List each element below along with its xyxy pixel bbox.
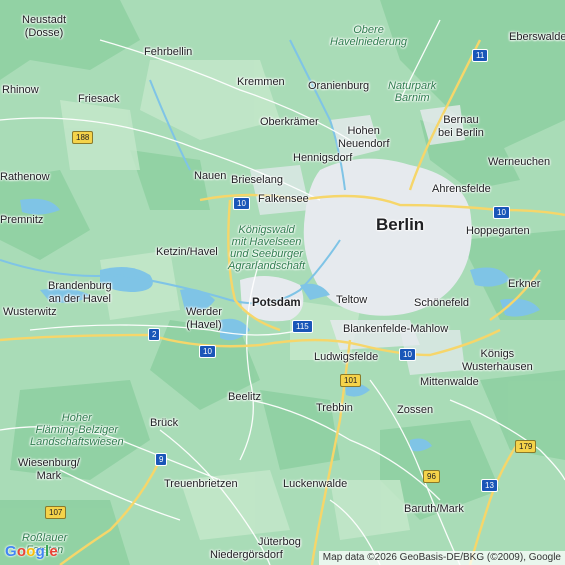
park-label-flaeming: Hoher Fläming-Belziger Landschaftswiesen <box>30 412 124 448</box>
road-shield-2: 2 <box>148 328 161 341</box>
city-label-rhinow[interactable]: Rhinow <box>2 84 39 97</box>
city-label-luckenwalde[interactable]: Luckenwalde <box>283 478 347 491</box>
road-shield-10-south: 10 <box>199 345 216 358</box>
road-shield-10-north: 10 <box>233 197 250 210</box>
city-label-trebbin[interactable]: Trebbin <box>316 402 353 415</box>
city-label-hohen-neuendorf[interactable]: Hohen Neuendorf <box>338 125 389 151</box>
city-label-ahrensfelde[interactable]: Ahrensfelde <box>432 183 491 196</box>
city-label-nauen[interactable]: Nauen <box>194 170 226 183</box>
city-label-treuenbrietzen[interactable]: Treuenbrietzen <box>164 478 238 491</box>
city-label-bernau[interactable]: Bernau bei Berlin <box>438 114 484 140</box>
city-label-teltow[interactable]: Teltow <box>336 294 367 307</box>
city-label-potsdam[interactable]: Potsdam <box>252 297 301 310</box>
google-logo[interactable]: Google <box>5 543 58 560</box>
map-view[interactable]: Obere Havelniederung Naturpark Barnim Köni… <box>0 0 565 565</box>
city-label-berlin[interactable]: Berlin <box>376 216 424 233</box>
city-label-blankenfelde[interactable]: Blankenfelde-Mahlow <box>343 323 448 336</box>
city-label-erkner[interactable]: Erkner <box>508 278 540 291</box>
road-shield-188: 188 <box>72 131 94 144</box>
city-label-falkensee[interactable]: Falkensee <box>258 193 309 206</box>
city-label-wiesenburg[interactable]: Wiesenburg/Mark <box>18 457 80 483</box>
city-label-hoppegarten[interactable]: Hoppegarten <box>466 225 530 238</box>
city-label-jueterbog[interactable]: Jüterbog <box>258 536 301 549</box>
city-label-wusterwitz[interactable]: Wusterwitz <box>3 306 57 319</box>
city-label-neustadt[interactable]: Neustadt (Dosse) <box>22 14 66 40</box>
city-label-hennigsdorf[interactable]: Hennigsdorf <box>293 152 352 165</box>
park-label-obere-havel: Obere Havelniederung <box>330 24 408 48</box>
city-label-friesack[interactable]: Friesack <box>78 93 120 106</box>
city-label-premnitz[interactable]: Premnitz <box>0 214 43 227</box>
road-shield-115: 115 <box>292 320 313 333</box>
city-label-eberswalde[interactable]: Eberswalde <box>509 31 565 44</box>
road-shield-10-southeast: 10 <box>399 348 416 361</box>
city-label-werneuchen[interactable]: Werneuchen <box>488 156 550 169</box>
city-label-zossen[interactable]: Zossen <box>397 404 433 417</box>
road-shield-9: 9 <box>155 453 168 466</box>
city-label-rathenow[interactable]: Rathenow <box>0 171 50 184</box>
road-shield-107: 107 <box>45 506 67 519</box>
city-label-brandenburg[interactable]: Brandenburg an der Havel <box>48 280 112 306</box>
road-shield-96: 96 <box>423 470 440 483</box>
city-label-beelitz[interactable]: Beelitz <box>228 391 261 404</box>
park-label-barnim: Naturpark Barnim <box>388 80 437 104</box>
map-attribution[interactable]: Map data ©2026 GeoBasis-DE/BKG (©2009), … <box>318 551 565 565</box>
road-shield-10-east: 10 <box>493 206 510 219</box>
road-shield-101: 101 <box>340 374 362 387</box>
road-shield-13: 13 <box>481 479 498 492</box>
city-label-ludwigsfelde[interactable]: Ludwigsfelde <box>314 351 378 364</box>
city-label-schoenefeld[interactable]: Schönefeld <box>414 297 469 310</box>
road-shield-179: 179 <box>515 440 537 453</box>
road-shield-11: 11 <box>472 49 489 62</box>
city-label-oranienburg[interactable]: Oranienburg <box>308 80 369 93</box>
city-label-oberkraemer[interactable]: Oberkrämer <box>260 116 319 129</box>
city-label-koenigs-wusterhausen[interactable]: Königs Wusterhausen <box>462 348 533 374</box>
city-label-fehrbellin[interactable]: Fehrbellin <box>144 46 192 59</box>
city-label-niedergoersdorf[interactable]: Niedergörsdorf <box>210 549 283 562</box>
city-label-brueck[interactable]: Brück <box>150 417 178 430</box>
park-label-koenigswald: Königswald mit Havelseen und Seeburger Agra… <box>228 224 306 272</box>
city-label-ketzin[interactable]: Ketzin/Havel <box>156 246 218 259</box>
city-label-kremmen[interactable]: Kremmen <box>237 76 285 89</box>
city-label-baruth[interactable]: Baruth/Mark <box>404 503 464 516</box>
city-label-mittenwalde[interactable]: Mittenwalde <box>420 376 479 389</box>
city-label-brieselang[interactable]: Brieselang <box>231 174 283 187</box>
city-label-werder[interactable]: Werder (Havel) <box>186 306 222 332</box>
